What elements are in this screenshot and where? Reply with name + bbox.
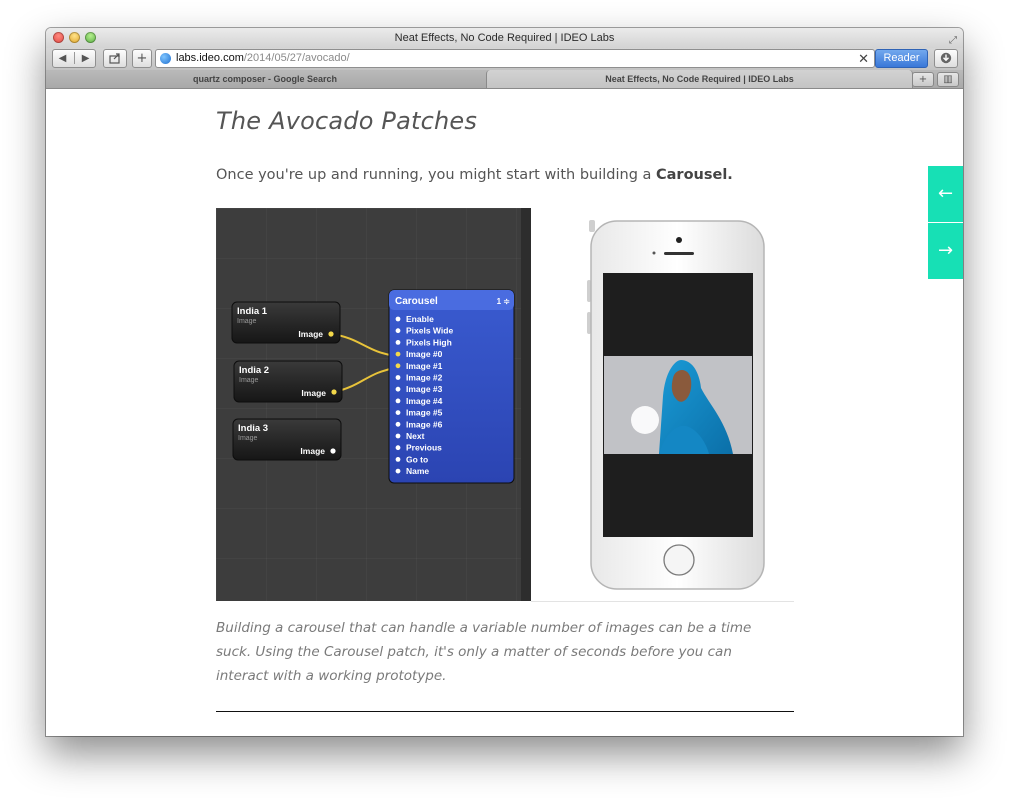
download-button[interactable]: [934, 49, 958, 68]
share-button[interactable]: [103, 49, 127, 68]
carousel-input-label: Image #2: [406, 373, 443, 383]
tab-ideo-labs[interactable]: Neat Effects, No Code Required | IDEO La…: [486, 70, 913, 88]
tab-google-search[interactable]: quartz composer - Google Search: [46, 70, 484, 88]
close-window-button[interactable]: [53, 32, 64, 43]
intro-paragraph: Once you're up and running, you might st…: [216, 167, 733, 183]
patch-india-2[interactable]: India 2 Image Image: [233, 360, 343, 403]
download-icon: [940, 52, 952, 64]
figure-caption: Building a carousel that can handle a va…: [216, 620, 752, 684]
home-button[interactable]: [663, 544, 695, 576]
carousel-input-port[interactable]: [395, 386, 401, 392]
address-bar[interactable]: labs.ideo.com/2014/05/27/avocado/ ✕: [155, 49, 875, 68]
patch-india-3[interactable]: India 3 Image Image: [232, 418, 342, 461]
earpiece: [664, 252, 694, 255]
carousel-input-label: Image #4: [406, 396, 443, 406]
patch-port-label: Image: [300, 446, 325, 456]
carousel-input-port[interactable]: [395, 328, 401, 334]
patch-port-label: Image: [301, 388, 326, 398]
patch-india-1[interactable]: India 1 Image Image: [231, 301, 341, 344]
forward-icon[interactable]: ▶: [82, 53, 90, 64]
new-tab-icon: +: [918, 74, 928, 85]
section-divider: [216, 711, 794, 712]
carousel-input-label: Name: [406, 466, 429, 476]
iphone-preview: [531, 208, 794, 602]
patch-carousel[interactable]: Carousel 1 ≑ Enable Pixels WidePixels Hig…: [388, 289, 515, 484]
page-content: The Avocado Patches Once you're up and r…: [46, 89, 963, 736]
carousel-input-port[interactable]: [395, 316, 401, 322]
toolbar: ◀ ▶ + labs.ideo.com/2014/05/27/avocado/ …: [46, 48, 963, 70]
arrow-left-icon: ←: [937, 183, 954, 204]
carousel-input-port[interactable]: [395, 340, 401, 345]
carousel-input-label: Image #6: [406, 419, 443, 429]
carousel-input-label: Next: [406, 431, 425, 441]
back-icon[interactable]: ◀: [59, 53, 67, 64]
url-host: labs.ideo.com: [176, 52, 244, 64]
side-navigation: ← →: [928, 166, 963, 280]
add-bookmark-icon: +: [136, 51, 148, 66]
carousel-input-port[interactable]: [395, 468, 401, 474]
carousel-title: Carousel: [395, 296, 438, 307]
carousel-input-label: Image #1: [406, 361, 443, 371]
carousel-input-label: Enable: [406, 314, 434, 324]
carousel-input-label: Go to: [406, 454, 428, 464]
patch-subtitle: Image: [238, 435, 258, 442]
carousel-input-port[interactable]: [395, 445, 401, 451]
carousel-input-port[interactable]: [395, 351, 401, 357]
patch-port-label: Image: [298, 329, 323, 339]
carousel-input-label: Image #5: [406, 408, 443, 418]
browser-window: Neat Effects, No Code Required | IDEO La…: [46, 28, 963, 736]
front-camera: [676, 237, 682, 243]
carousel-input-label: Image #3: [406, 384, 443, 394]
tab-list-icon: ▥: [943, 74, 953, 85]
carousel-input-label: Previous: [406, 443, 442, 453]
minimize-window-button[interactable]: [69, 32, 80, 43]
url-path: /2014/05/27/avocado/: [243, 52, 350, 64]
patch-title: India 3: [238, 423, 268, 434]
carousel-figure: India 1 Image Image India 2 Image Image: [216, 208, 794, 602]
carousel-input-port[interactable]: [395, 433, 401, 439]
patch-title: India 1: [237, 306, 268, 317]
carousel-input-port[interactable]: [395, 363, 401, 369]
patch-title: India 2: [239, 365, 269, 376]
carousel-count: 1 ≑: [497, 297, 511, 306]
carousel-input-port[interactable]: [395, 421, 401, 427]
intro-bold: Carousel.: [656, 167, 733, 183]
back-forward-buttons[interactable]: ◀ ▶: [52, 49, 96, 68]
title-bar: Neat Effects, No Code Required | IDEO La…: [46, 28, 963, 48]
arrow-right-icon: →: [937, 240, 954, 261]
carousel-input-label: Image #0: [406, 349, 443, 359]
carousel-input-port[interactable]: [395, 375, 401, 380]
stop-icon[interactable]: ✕: [858, 50, 869, 67]
globe-icon: [160, 53, 171, 64]
touch-indicator: [631, 406, 659, 434]
next-article-button[interactable]: →: [928, 223, 963, 279]
section-heading: The Avocado Patches: [216, 107, 478, 135]
quartz-composer-screenshot: India 1 Image Image India 2 Image Image: [216, 208, 531, 601]
share-icon: [109, 53, 120, 64]
carousel-input-port[interactable]: [395, 457, 401, 462]
patch-subtitle: Image: [237, 318, 257, 325]
zoom-window-button[interactable]: [85, 32, 96, 43]
carousel-input-label: Pixels Wide: [406, 326, 453, 336]
carousel-input-port[interactable]: [395, 410, 401, 415]
tab-list-button[interactable]: ▥: [937, 72, 959, 87]
add-bookmark-button[interactable]: +: [132, 49, 152, 68]
previous-article-button[interactable]: ←: [928, 166, 963, 222]
tab-bar: quartz composer - Google Search Neat Eff…: [46, 70, 963, 89]
url-field[interactable]: labs.ideo.com/2014/05/27/avocado/: [176, 50, 350, 67]
carousel-input-label: Pixels High: [406, 337, 452, 347]
patch-subtitle: Image: [239, 377, 259, 384]
reader-button[interactable]: Reader: [875, 49, 928, 68]
window-title: Neat Effects, No Code Required | IDEO La…: [394, 32, 615, 44]
qc-scroll-edge: [521, 208, 531, 601]
new-tab-button[interactable]: +: [912, 72, 934, 87]
intro-text: Once you're up and running, you might st…: [216, 167, 656, 183]
carousel-input-port[interactable]: [395, 398, 401, 404]
